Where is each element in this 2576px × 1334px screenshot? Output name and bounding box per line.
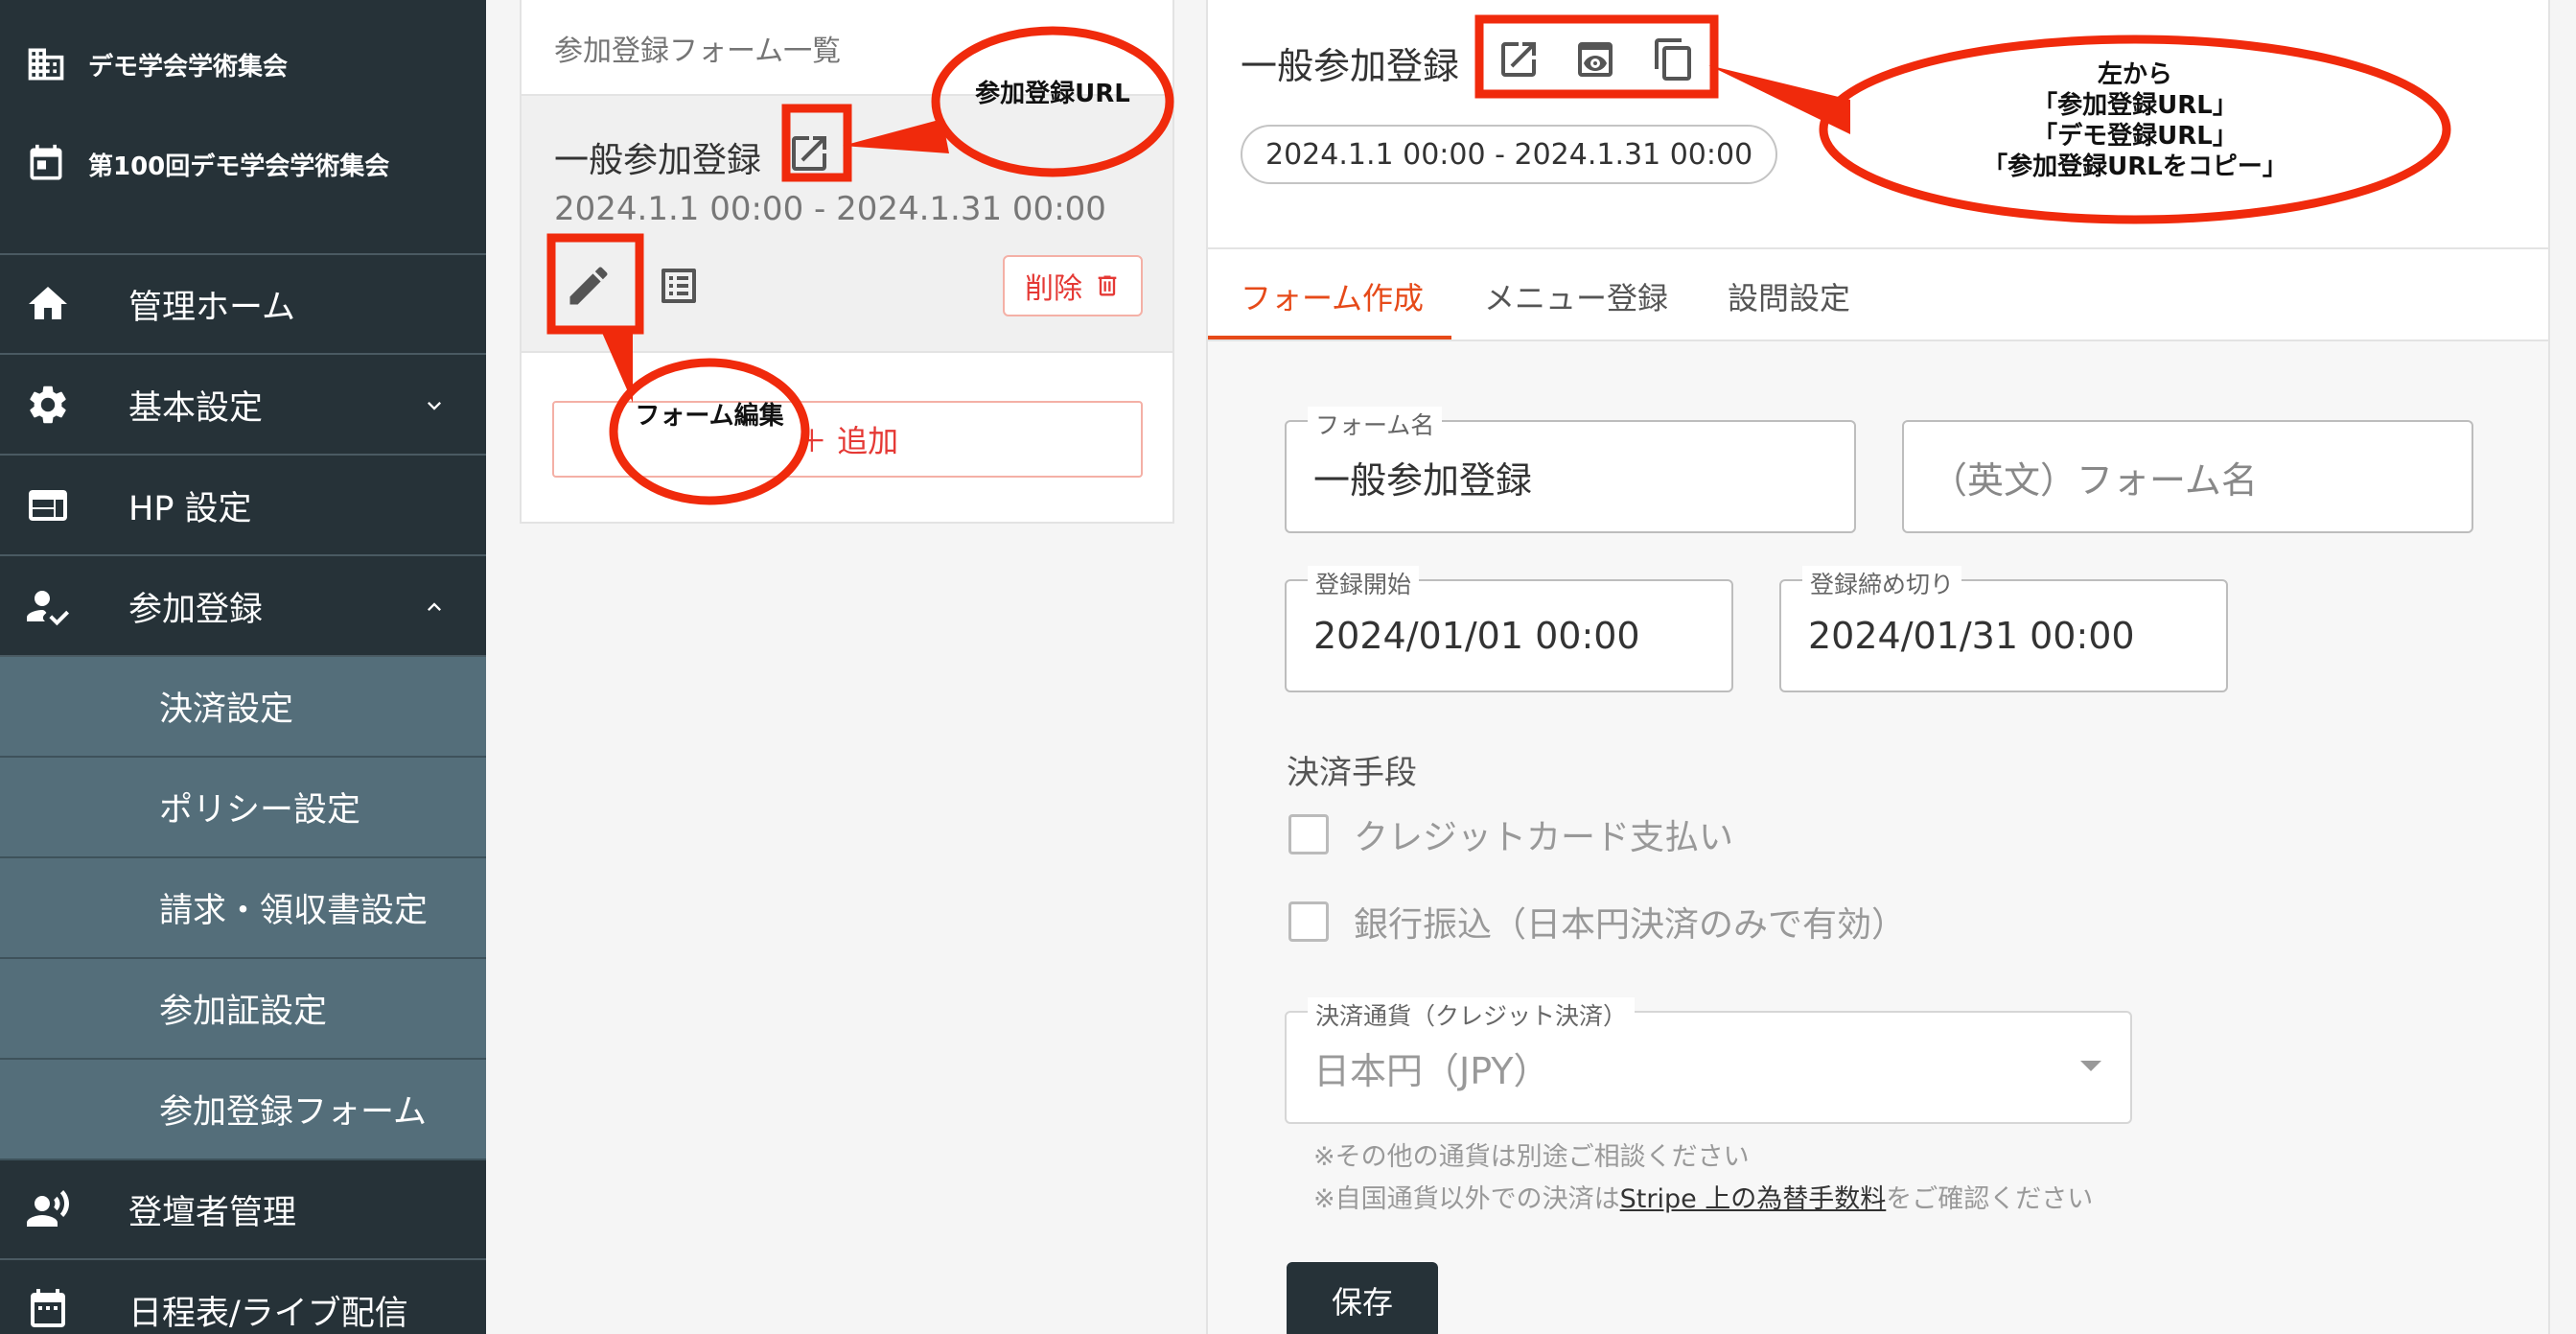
tab-menu-register[interactable]: メニュー登録 <box>1484 274 1668 318</box>
note2-suffix: をご確認ください <box>1886 1184 2094 1214</box>
nav-registration[interactable]: 参加登録 <box>0 557 486 657</box>
nav-speakers-label: 登壇者管理 <box>128 1193 297 1232</box>
checkbox-box[interactable] <box>1288 814 1329 854</box>
copy-icon[interactable] <box>1651 36 1697 82</box>
chevron-down-icon <box>428 402 441 410</box>
credit-card-label: クレジットカード支払い <box>1354 818 1734 857</box>
form-name-en-placeholder: （英文）フォーム名 <box>1931 458 2258 502</box>
sub-payment-settings[interactable]: 決済設定 <box>0 657 486 758</box>
callout-line: 「デモ登録URL」 <box>2032 122 2238 151</box>
callout-line: 左から <box>2097 60 2172 89</box>
callout-line: 「参加登録URL」 <box>2032 91 2238 120</box>
speaker-icon <box>27 1190 69 1227</box>
registration-start-field[interactable]: 登録開始 2024/01/01 00:00 <box>1285 566 1733 692</box>
event-name: 第100回デモ学会学術集会 <box>88 152 390 181</box>
calendar-icon <box>30 144 62 180</box>
end-value: 2024/01/31 00:00 <box>1808 615 2135 657</box>
currency-select[interactable]: 決済通貨（クレジット決済） 日本円（JPY） <box>1285 997 2132 1124</box>
person-check-icon <box>27 591 69 626</box>
edit-pencil-icon[interactable] <box>564 261 614 311</box>
period-chip: 2024.1.1 00:00 - 2024.1.31 00:00 <box>1241 125 1778 184</box>
sub-invoice-settings[interactable]: 請求・領収書設定 <box>0 858 486 959</box>
currency-value: 日本円（JPY） <box>1313 1049 1550 1092</box>
note2-prefix: ※自国通貨以外での決済は <box>1313 1184 1620 1214</box>
payment-method-title: 決済手段 <box>1287 754 1417 792</box>
nav-schedule[interactable]: 日程表/ライブ配信 <box>0 1261 486 1334</box>
open-in-new-icon[interactable] <box>1496 36 1542 82</box>
form-name-en-field[interactable]: （英文）フォーム名 <box>1902 420 2473 533</box>
nav-basic-settings[interactable]: 基本設定 <box>0 356 486 456</box>
nav-basic-label: 基本設定 <box>128 388 264 428</box>
home-icon <box>29 287 67 319</box>
sub-registration-form[interactable]: 参加登録フォーム <box>0 1060 486 1160</box>
bank-transfer-label: 銀行振込（日本円決済のみで有効） <box>1354 905 1907 945</box>
nav-home-label: 管理ホーム <box>128 288 295 327</box>
form-name-value: 一般参加登録 <box>1313 458 1533 502</box>
open-in-new-icon[interactable] <box>786 130 832 176</box>
form-item-name: 一般参加登録 <box>554 141 762 180</box>
list-alt-icon[interactable] <box>656 263 702 309</box>
save-button[interactable]: 保存 <box>1287 1262 1438 1334</box>
form-item-date: 2024.1.1 00:00 - 2024.1.31 00:00 <box>554 190 1106 228</box>
nav-hp-settings[interactable]: HP 設定 <box>0 456 486 556</box>
sub-certificate-settings[interactable]: 参加証設定 <box>0 959 486 1060</box>
currency-note-1: ※その他の通貨は別途ご相談ください <box>1313 1142 1750 1172</box>
nav-hp-label: HP 設定 <box>128 489 252 528</box>
start-value: 2024/01/01 00:00 <box>1313 615 1640 657</box>
sub-invoice-label: 請求・領収書設定 <box>159 892 429 930</box>
sub-policy-settings[interactable]: ポリシー設定 <box>0 758 486 858</box>
divider <box>1208 247 2548 249</box>
callout-edit-text: フォーム編集 <box>635 402 784 431</box>
org-name: デモ学会学術集会 <box>88 52 289 82</box>
form-name-field[interactable]: フォーム名 一般参加登録 <box>1285 407 1856 533</box>
preview-eye-icon[interactable] <box>1572 36 1618 82</box>
building-icon <box>28 48 64 81</box>
form-detail-panel: 一般参加登録 2024.1.1 00:00 - 2024.1.31 00:00 … <box>1206 0 2550 1334</box>
callout-line: 「参加登録URLをコピー」 <box>1983 152 2287 181</box>
registration-end-field[interactable]: 登録締め切り 2024/01/31 00:00 <box>1779 566 2228 692</box>
credit-card-checkbox[interactable]: クレジットカード支払い <box>1288 809 1733 859</box>
panel-title: 一般参加登録 <box>1241 45 1460 87</box>
web-icon <box>29 490 67 521</box>
form-list-item[interactable]: 一般参加登録 2024.1.1 00:00 - 2024.1.31 00:00 … <box>522 94 1172 353</box>
delete-button[interactable]: 削除 <box>1003 255 1143 316</box>
bank-transfer-checkbox[interactable]: 銀行振込（日本円決済のみで有効） <box>1288 897 1906 947</box>
chevron-up-icon <box>428 602 441 611</box>
sidebar: デモ学会学術集会 第100回デモ学会学術集会 管理ホーム 基本設定 HP 設定 … <box>0 0 486 1334</box>
dropdown-caret-icon <box>2080 1061 2101 1071</box>
sub-payment-label: 決済設定 <box>159 690 294 729</box>
calendar-icon <box>31 1289 65 1327</box>
gear-icon <box>30 386 66 424</box>
event-header[interactable]: 第100回デモ学会学術集会 <box>0 121 486 207</box>
currency-note-2: ※自国通貨以外での決済はStripe 上の為替手数料をご確認ください <box>1313 1178 2093 1215</box>
stripe-fee-link[interactable]: Stripe 上の為替手数料 <box>1620 1184 1887 1214</box>
trash-icon <box>1098 275 1117 296</box>
form-list-title: 参加登録フォーム一覧 <box>554 35 842 68</box>
checkbox-box[interactable] <box>1288 901 1329 942</box>
callout-url-text: 参加登録URL <box>975 80 1130 108</box>
nav-schedule-label: 日程表/ライブ配信 <box>128 1294 408 1333</box>
nav-speakers[interactable]: 登壇者管理 <box>0 1160 486 1260</box>
sub-certificate-label: 参加証設定 <box>159 993 328 1031</box>
delete-label: 削除 <box>1025 272 1082 306</box>
nav-registration-label: 参加登録 <box>128 590 264 629</box>
sub-form-label: 参加登録フォーム <box>159 1093 427 1132</box>
nav-home[interactable]: 管理ホーム <box>0 255 486 355</box>
callout-icons-text: 左から 「参加登録URL」 「デモ登録URL」 「参加登録URLをコピー」 <box>1898 59 2372 182</box>
tab-question-settings[interactable]: 設問設定 <box>1728 274 1850 318</box>
tab-form-create[interactable]: フォーム作成 <box>1241 274 1424 318</box>
org-header: デモ学会学術集会 <box>0 21 486 107</box>
sub-policy-label: ポリシー設定 <box>159 791 361 830</box>
